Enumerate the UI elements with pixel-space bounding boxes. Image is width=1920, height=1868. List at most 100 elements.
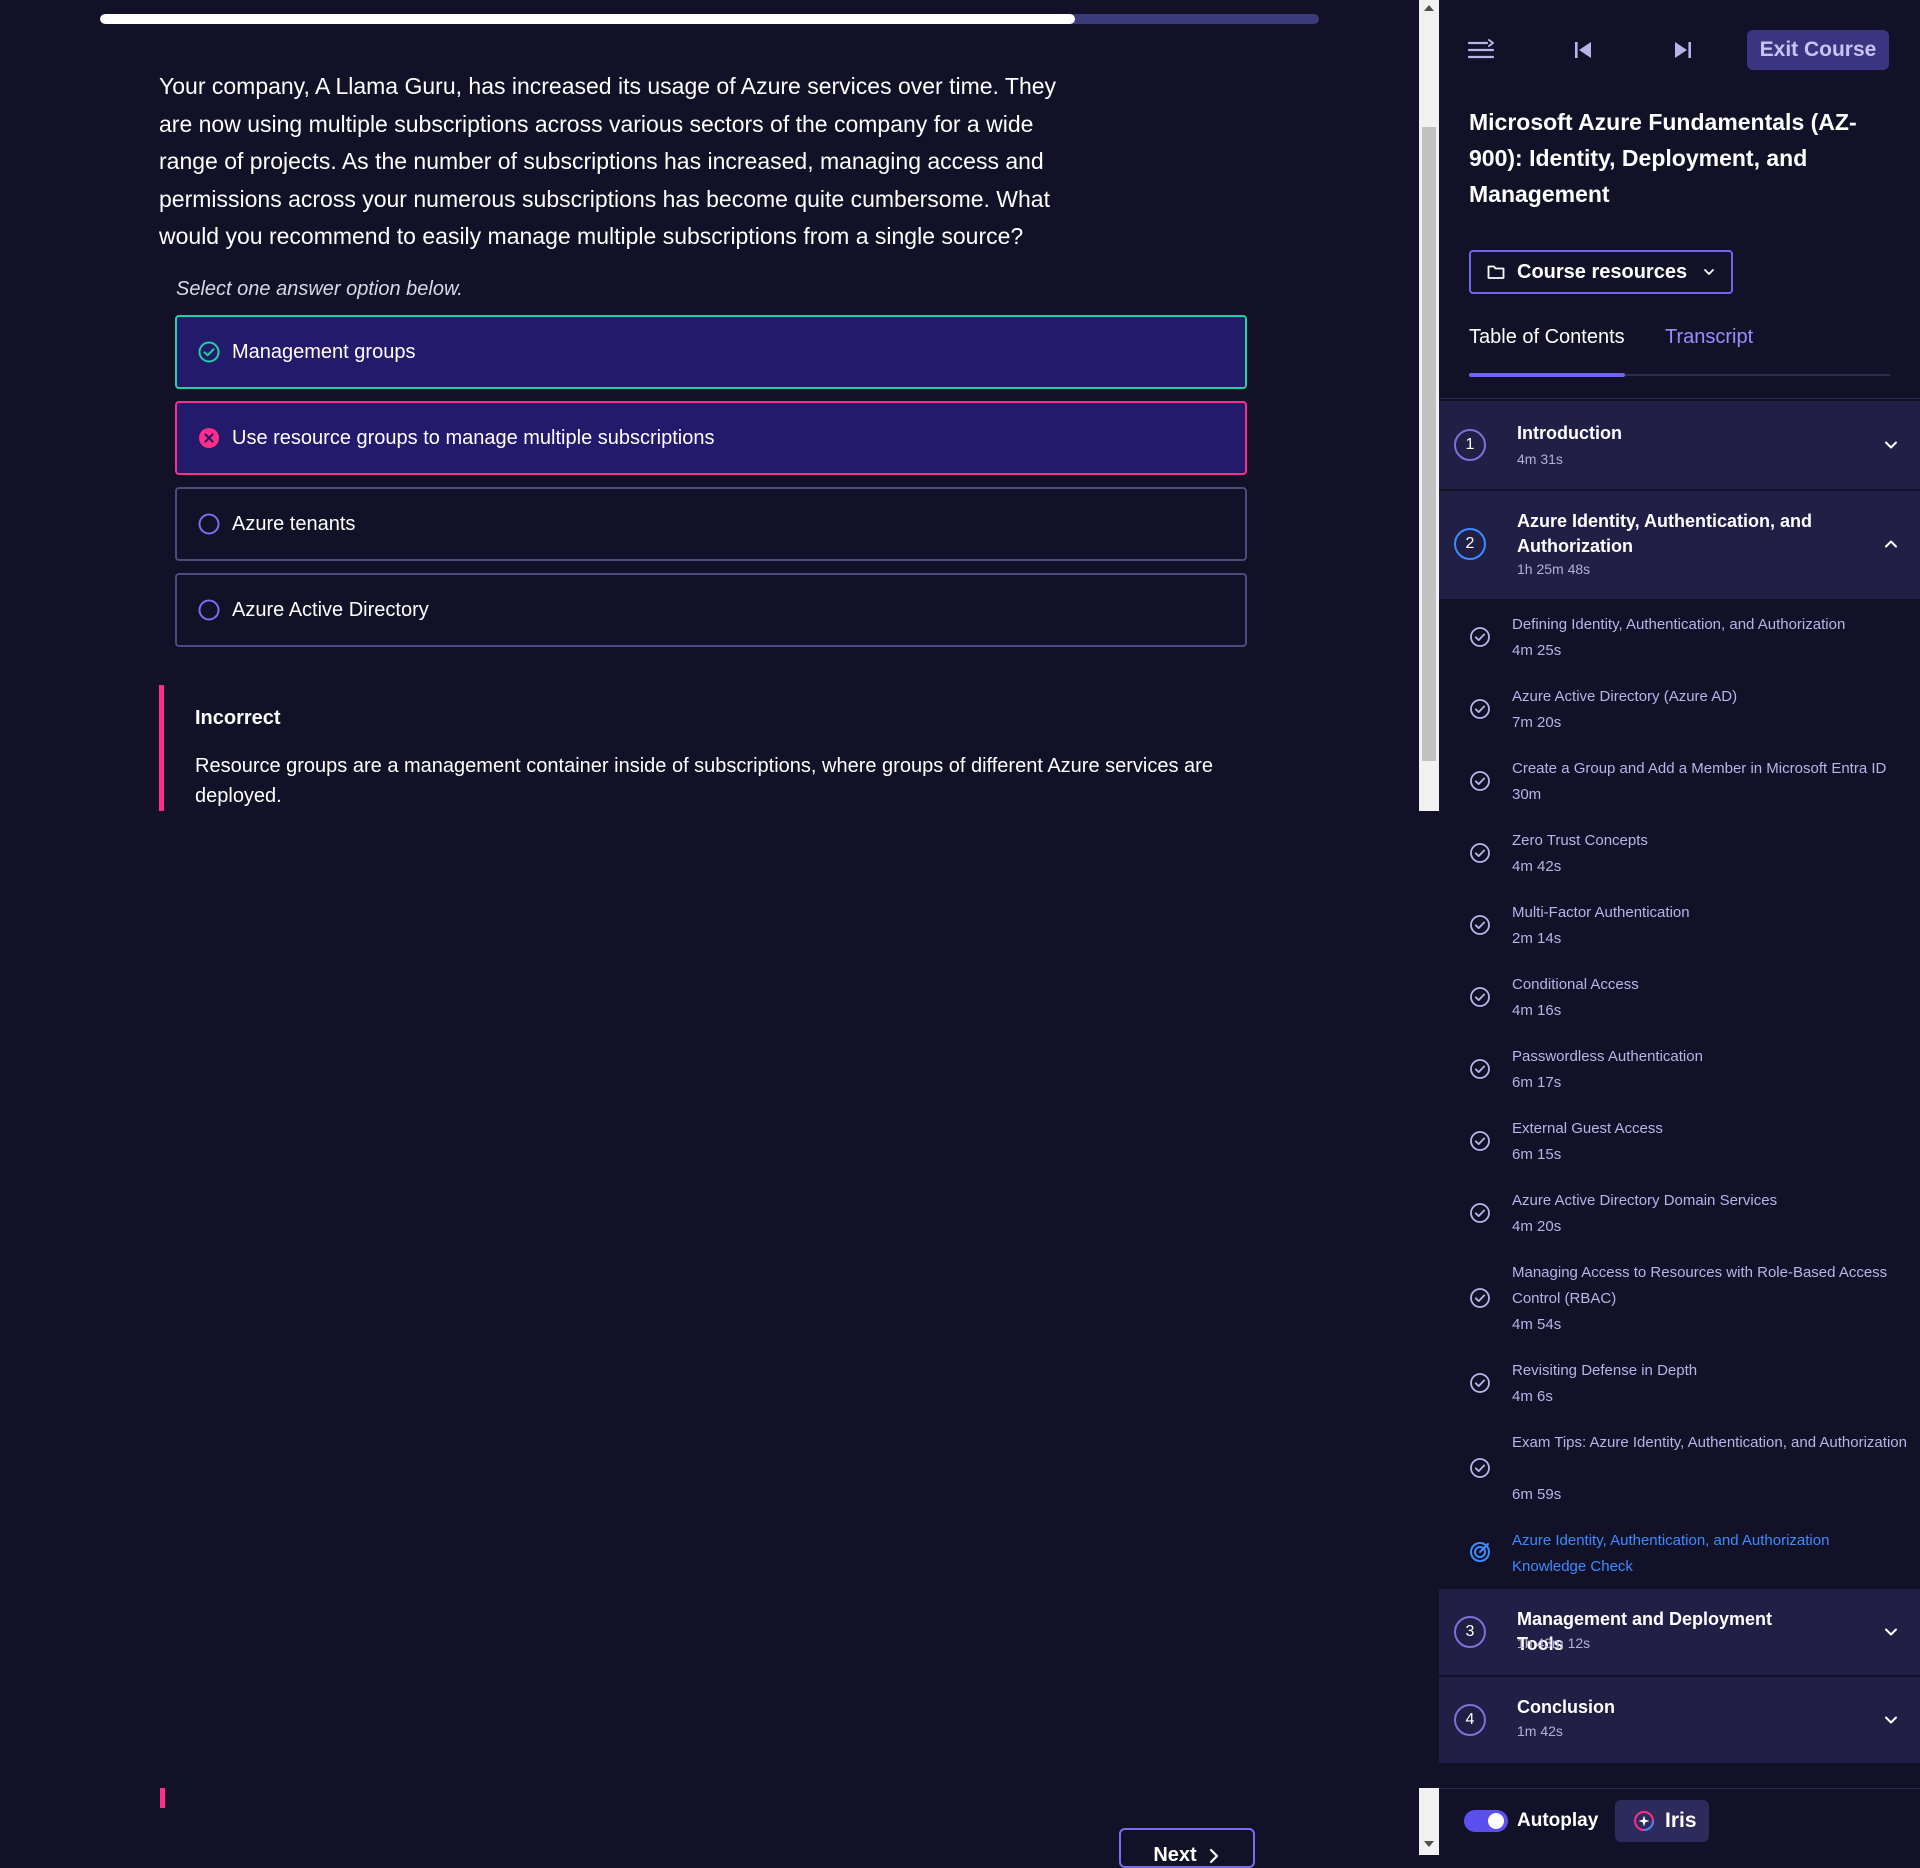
- divider: [1439, 1788, 1920, 1789]
- check-circle-icon: [1470, 987, 1490, 1007]
- active-tab-indicator: [1469, 373, 1625, 377]
- exit-course-button[interactable]: Exit Course: [1747, 30, 1889, 70]
- lesson-item[interactable]: Create a Group and Add a Member in Micro…: [1439, 745, 1920, 817]
- section-title: Introduction: [1517, 423, 1622, 443]
- section-number: 3: [1454, 1616, 1486, 1648]
- x-circle-icon: [199, 428, 219, 448]
- section-number: 4: [1454, 1704, 1486, 1736]
- check-circle-icon: [1470, 1059, 1490, 1079]
- feedback-text: Resource groups are a management contain…: [195, 755, 1213, 807]
- autoplay-label: Autoplay: [1517, 1810, 1599, 1831]
- section-duration: 1h 25m 48s: [1517, 561, 1591, 577]
- answer-instruction: Select one answer option below.: [176, 278, 463, 300]
- lesson-duration: 4m 6s: [1512, 1388, 1553, 1405]
- lesson-duration: 7m 20s: [1512, 714, 1562, 731]
- check-circle-icon: [198, 341, 220, 363]
- iris-assistant-button[interactable]: Iris: [1615, 1800, 1709, 1842]
- section-number: 1: [1454, 429, 1486, 461]
- skip-previous-icon: [1575, 42, 1591, 58]
- next-lesson-button[interactable]: [1663, 30, 1703, 70]
- check-circle-icon: [1470, 1288, 1490, 1308]
- section-azure-identity[interactable]: 2 Azure Identity, Authentication, and Au…: [1439, 491, 1920, 599]
- toggle-knob: [1488, 1813, 1504, 1829]
- scrollbar-track[interactable]: [1419, 0, 1439, 811]
- check-circle-icon: [1470, 843, 1490, 863]
- section-duration: 1h 43m 12s: [1517, 1635, 1591, 1651]
- radio-icon: [198, 513, 220, 535]
- check-circle-icon: [1470, 1131, 1490, 1151]
- answer-option-4[interactable]: Azure Active Directory: [175, 573, 1247, 647]
- lesson-item[interactable]: Zero Trust Concepts 4m 42s: [1439, 817, 1920, 889]
- answer-option-2[interactable]: Use resource groups to manage multiple s…: [175, 401, 1247, 475]
- answer-option-label: Management groups: [232, 340, 416, 363]
- section-management-tools[interactable]: 3 Management and Deployment Tools 1h 43m…: [1439, 1589, 1920, 1675]
- chevron-down-icon: [1885, 1628, 1897, 1636]
- lesson-item[interactable]: Conditional Access 4m 16s: [1439, 961, 1920, 1033]
- lesson-title: Defining Identity, Authentication, and A…: [1512, 616, 1846, 633]
- check-circle-icon: [1470, 1373, 1490, 1393]
- feedback-panel: Incorrect Resource groups are a manageme…: [159, 685, 1244, 811]
- knowledge-check-icon: [1470, 1542, 1490, 1562]
- check-circle-icon: [1470, 1458, 1490, 1478]
- lesson-duration: 6m 17s: [1512, 1074, 1562, 1091]
- previous-lesson-button[interactable]: [1563, 30, 1603, 70]
- answer-option-3[interactable]: Azure tenants: [175, 487, 1247, 561]
- collapse-sidebar-button[interactable]: [1461, 30, 1501, 70]
- section-conclusion[interactable]: 4 Conclusion 1m 42s: [1439, 1677, 1920, 1763]
- next-label: Next: [1153, 1844, 1197, 1866]
- lesson-title: Create a Group and Add a Member in Micro…: [1512, 760, 1887, 777]
- section-number: 2: [1454, 528, 1486, 560]
- question-text: Your company, A Llama Guru, has increase…: [159, 73, 1057, 249]
- chevron-down-icon: [1885, 441, 1897, 449]
- lesson-item[interactable]: Passwordless Authentication 6m 17s: [1439, 1033, 1920, 1105]
- lesson-duration: 4m 20s: [1512, 1218, 1562, 1235]
- lesson-duration: 30m: [1512, 786, 1542, 803]
- course-resources-button[interactable]: Course resources: [1469, 250, 1733, 294]
- answer-option-label: Azure Active Directory: [232, 598, 429, 621]
- lesson-title: Passwordless Authentication: [1512, 1048, 1703, 1065]
- lesson-item[interactable]: Multi-Factor Authentication 2m 14s: [1439, 889, 1920, 961]
- radio-icon: [198, 599, 220, 621]
- skip-next-icon: [1675, 42, 1691, 58]
- section-introduction[interactable]: 1 Introduction 4m 31s: [1439, 401, 1920, 489]
- lesson-item[interactable]: Azure Identity, Authentication, and Auth…: [1439, 1517, 1920, 1587]
- next-button[interactable]: Next: [1119, 1828, 1255, 1868]
- tab-table-of-contents[interactable]: Table of Contents: [1469, 326, 1625, 349]
- lesson-item[interactable]: Azure Active Directory Domain Services 4m…: [1439, 1177, 1920, 1249]
- lesson-title: Azure Active Directory (Azure AD): [1512, 688, 1738, 705]
- sidebar-tabs: Table of Contents Transcript: [1469, 326, 1890, 378]
- answer-option-label: Use resource groups to manage multiple s…: [232, 426, 715, 449]
- lesson-item[interactable]: Exam Tips: Azure Identity, Authenticatio…: [1439, 1419, 1920, 1517]
- check-circle-icon: [1470, 699, 1490, 719]
- chevron-down-icon: [1885, 1716, 1897, 1724]
- scrollbar-thumb[interactable]: [1422, 127, 1436, 761]
- lesson-title: Multi-Factor Authentication: [1512, 904, 1690, 921]
- lesson-item[interactable]: Defining Identity, Authentication, and A…: [1439, 601, 1920, 673]
- iris-label: Iris: [1665, 1809, 1697, 1832]
- check-circle-icon: [1470, 627, 1490, 647]
- lesson-duration: 2m 14s: [1512, 930, 1562, 947]
- check-circle-icon: [1470, 915, 1490, 935]
- lesson-title: Exam Tips: Azure Identity, Authenticatio…: [1512, 1434, 1907, 1451]
- main-scrollbar[interactable]: [1419, 0, 1439, 1855]
- quiz-progress-bar: [100, 14, 1319, 24]
- answer-option-1[interactable]: Management groups: [175, 315, 1247, 389]
- lesson-item[interactable]: External Guest Access 6m 15s: [1439, 1105, 1920, 1177]
- scroll-down-arrow-icon[interactable]: [1424, 1841, 1434, 1847]
- lesson-duration: 4m 54s: [1512, 1316, 1562, 1333]
- tab-transcript[interactable]: Transcript: [1665, 326, 1753, 349]
- answer-option-label: Azure tenants: [232, 512, 356, 535]
- lesson-item[interactable]: Revisiting Defense in Depth 4m 6s: [1439, 1347, 1920, 1419]
- menu-collapse-icon: [1467, 39, 1495, 59]
- lesson-item[interactable]: Azure Active Directory (Azure AD) 7m 20s: [1439, 673, 1920, 745]
- course-title: Microsoft Azure Fundamentals (AZ-900): I…: [1469, 109, 1857, 207]
- section-duration: 4m 31s: [1517, 451, 1563, 467]
- lesson-title: Managing Access to Resources with Role-B…: [1512, 1264, 1888, 1307]
- check-circle-icon: [1470, 1203, 1490, 1223]
- scroll-up-arrow-icon[interactable]: [1424, 5, 1434, 11]
- lesson-title: Azure Active Directory Domain Services: [1512, 1192, 1778, 1209]
- section-duration: 1m 42s: [1517, 1723, 1563, 1739]
- lesson-item[interactable]: Managing Access to Resources with Role-B…: [1439, 1249, 1920, 1347]
- autoplay-toggle[interactable]: [1464, 1810, 1508, 1832]
- folder-icon: [1487, 265, 1505, 279]
